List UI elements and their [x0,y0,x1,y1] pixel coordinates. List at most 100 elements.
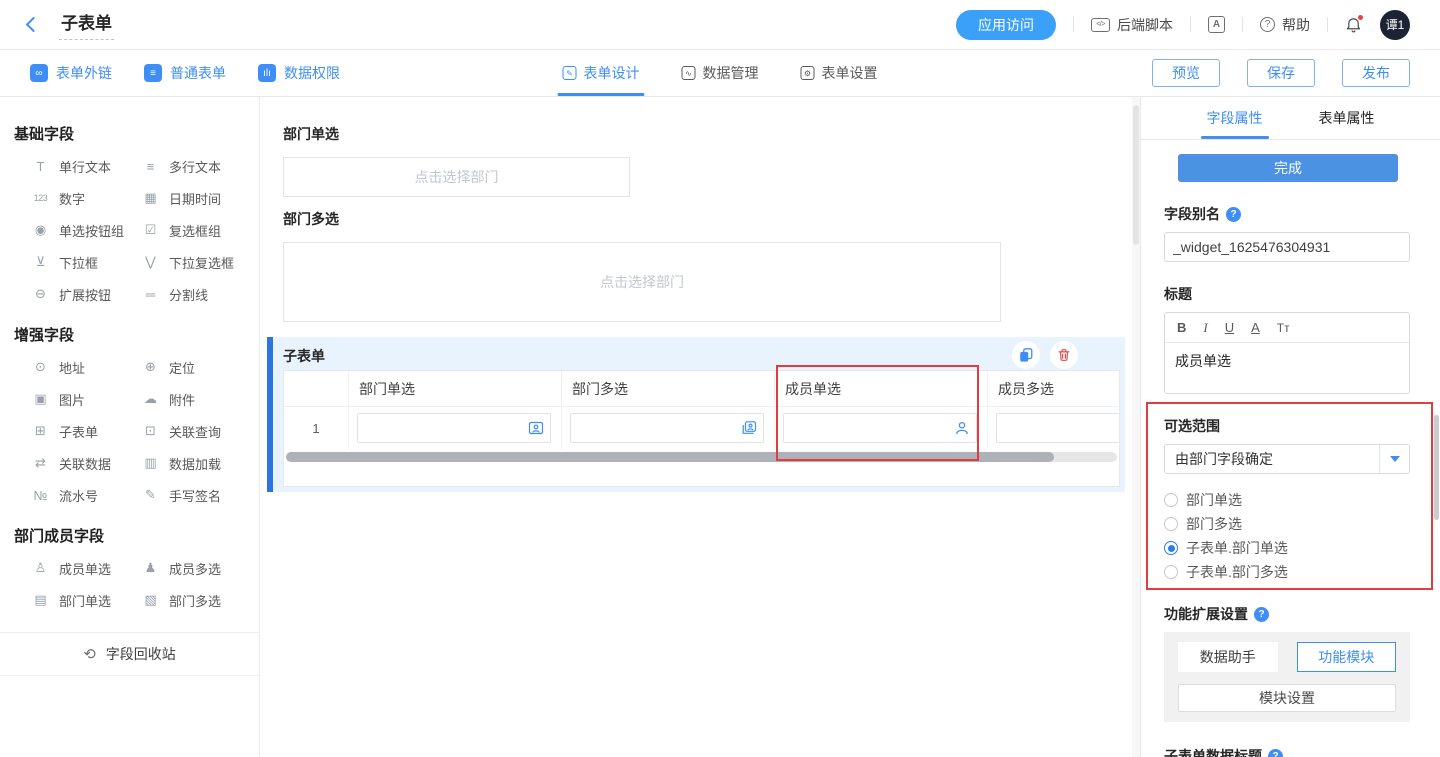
field-item-data-load[interactable]: ▥数据加载 [140,447,259,479]
form-design-icon: ✎ [563,66,577,80]
radio-icon[interactable] [1164,493,1178,507]
scrollbar-thumb[interactable] [286,452,1054,462]
font-color-button[interactable]: A [1251,320,1260,335]
option-range-select[interactable]: 由部门字段确定 [1164,444,1410,474]
range-option-subform-dept-single[interactable]: 子表单.部门单选 [1164,536,1410,560]
radio-icon[interactable] [1164,517,1178,531]
field-item-radio-group[interactable]: ◉单选按钮组 [30,214,140,246]
normal-form-button[interactable]: ≡ 普通表单 [144,63,226,83]
notification-bell-icon[interactable] [1345,16,1362,34]
field-item-location[interactable]: ⊕定位 [140,351,259,383]
module-settings-button[interactable]: 模块设置 [1178,684,1396,712]
column-header-index [284,371,349,406]
dept-multi-select-icon [741,420,757,436]
field-item-linked-data[interactable]: ⇄关联数据 [30,447,140,479]
field-item-dept-multi[interactable]: ▧部门多选 [140,584,259,616]
copy-icon [1018,347,1034,363]
field-item-datetime[interactable]: ▦日期时间 [140,182,259,214]
save-button[interactable]: 保存 [1247,59,1315,87]
field-label-dept-single: 部门单选 [283,124,339,144]
field-item-subform[interactable]: ⊞子表单 [30,415,140,447]
form-external-link-button[interactable]: ∞ 表单外链 [30,63,112,83]
underline-button[interactable]: U [1225,320,1234,335]
radio-icon[interactable] [1164,541,1178,555]
horizontal-scrollbar[interactable] [286,452,1117,462]
field-item-divider[interactable]: ═分割线 [140,278,259,310]
extend-button-icon: ⊖ [30,286,51,302]
dept-single-icon: ▤ [30,592,51,608]
field-alias-label: 字段别名 ? [1164,204,1410,224]
cell-member-single-input[interactable] [783,413,977,443]
backend-script-button[interactable]: </> 后端脚本 [1091,15,1173,35]
divider [1242,17,1243,32]
field-item-address[interactable]: ⊙地址 [30,351,140,383]
range-option-dept-multi[interactable]: 部门多选 [1164,512,1410,536]
field-item-member-single[interactable]: ♙成员单选 [30,552,140,584]
field-item-checkbox-group[interactable]: ☑复选框组 [140,214,259,246]
field-item-dept-single[interactable]: ▤部门单选 [30,584,140,616]
function-module-button[interactable]: 功能模块 [1297,642,1397,672]
preview-button[interactable]: 预览 [1152,59,1220,87]
section-enhanced-fields: 增强字段 [0,310,259,351]
field-item-serial-number[interactable]: №流水号 [30,479,140,511]
help-icon[interactable]: ? [1226,207,1241,222]
copy-widget-button[interactable] [1012,341,1040,369]
cell-dept-multi-input[interactable] [570,413,764,443]
calendar-icon: ▦ [140,190,161,206]
page-title[interactable]: 子表单 [59,9,114,40]
field-recycle-bin-button[interactable]: ⟲ 字段回收站 [0,632,259,676]
code-icon: </> [1091,18,1110,32]
avatar[interactable]: 谭1 [1380,10,1410,40]
address-pin-icon: ⊙ [30,359,51,375]
panel-scrollbar-thumb[interactable] [1434,415,1439,520]
delete-widget-button[interactable] [1050,341,1078,369]
field-item-select[interactable]: ⊻下拉框 [30,246,140,278]
field-item-multi-line-text[interactable]: ≡多行文本 [140,150,259,182]
field-item-signature[interactable]: ✎手写签名 [140,479,259,511]
cell-member-multi-input[interactable] [996,413,1120,443]
range-option-dept-single[interactable]: 部门单选 [1164,488,1410,512]
field-item-attachment[interactable]: ☁附件 [140,383,259,415]
tab-form-properties[interactable]: 表单属性 [1319,97,1375,139]
field-item-number[interactable]: 123数字 [30,182,140,214]
field-item-linked-query[interactable]: ⊡关联查询 [140,415,259,447]
field-alias-input[interactable] [1164,232,1410,262]
column-header-dept-single: 部门单选 [349,371,562,406]
dept-multi-picker[interactable]: 点击选择部门 [283,242,1001,322]
field-item-single-line-text[interactable]: T单行文本 [30,150,140,182]
canvas-scrollbar-thumb[interactable] [1133,105,1139,245]
bold-button[interactable]: B [1177,320,1186,335]
font-size-button[interactable]: Tт [1277,321,1290,335]
done-button[interactable]: 完成 [1178,154,1398,182]
field-item-image[interactable]: ▣图片 [30,383,140,415]
data-assistant-button[interactable]: 数据助手 [1178,642,1278,672]
italic-button[interactable]: I [1203,320,1207,336]
field-item-extend-button[interactable]: ⊖扩展按钮 [30,278,140,310]
tab-form-design[interactable]: ✎ 表单设计 [563,50,640,96]
publish-button[interactable]: 发布 [1342,59,1410,87]
app-access-button[interactable]: 应用访问 [956,10,1056,40]
back-button[interactable] [26,17,42,33]
tab-form-settings[interactable]: ⚙ 表单设置 [801,50,878,96]
field-item-member-multi[interactable]: ♟成员多选 [140,552,259,584]
field-item-multi-select[interactable]: ⋁下拉复选框 [140,246,259,278]
radio-icon: ◉ [30,222,51,238]
range-option-subform-dept-multi[interactable]: 子表单.部门多选 [1164,560,1410,584]
dept-single-picker[interactable]: 点击选择部门 [283,157,630,197]
help-button[interactable]: ? 帮助 [1260,15,1310,35]
canvas-scrollbar[interactable] [1132,97,1140,757]
tab-field-properties[interactable]: 字段属性 [1207,97,1263,139]
cell-dept-single-input[interactable] [357,413,551,443]
tab-data-management[interactable]: ∿ 数据管理 [682,50,759,96]
link-icon: ∞ [30,64,48,82]
title-editor-content[interactable]: 成员单选 [1165,343,1409,379]
data-management-icon: ∿ [682,66,696,80]
help-icon[interactable]: ? [1268,749,1283,757]
translate-icon[interactable]: A [1208,16,1225,33]
help-icon[interactable]: ? [1254,607,1269,622]
subform-widget-selected[interactable]: 子表单 部门单选 部门多选 [267,337,1125,492]
radio-icon[interactable] [1164,565,1178,579]
form-toolbar: ∞ 表单外链 ≡ 普通表单 ılı 数据权限 ✎ 表单设计 ∿ 数据管理 ⚙ [0,50,1440,97]
data-permission-button[interactable]: ılı 数据权限 [258,63,340,83]
title-rich-editor: B I U A Tт 成员单选 [1164,312,1410,394]
